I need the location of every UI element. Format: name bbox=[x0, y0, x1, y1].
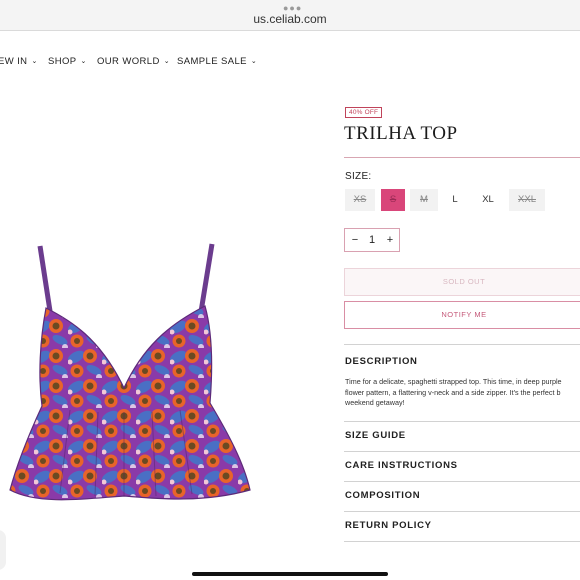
size-option-xl[interactable]: XL bbox=[473, 189, 503, 211]
size-option-s[interactable]: S bbox=[381, 189, 405, 211]
browser-chrome: ●●● us.celiab.com bbox=[0, 0, 580, 31]
sold-out-button[interactable]: SOLD OUT bbox=[344, 268, 580, 296]
notify-me-button[interactable]: NOTIFY ME bbox=[344, 301, 580, 329]
accordion-return-policy[interactable]: RETURN POLICY bbox=[345, 520, 432, 531]
nav-item-new-in[interactable]: EW IN ⌄ bbox=[0, 56, 38, 67]
address-bar-url[interactable]: us.celiab.com bbox=[0, 12, 580, 26]
accordion-care-instructions[interactable]: CARE INSTRUCTIONS bbox=[345, 460, 458, 471]
divider bbox=[344, 451, 580, 452]
chevron-down-icon: ⌄ bbox=[31, 58, 38, 65]
size-option-xs[interactable]: XS bbox=[345, 189, 375, 211]
size-option-xxl[interactable]: XXL bbox=[509, 189, 545, 211]
product-title: TRILHA TOP bbox=[344, 123, 458, 144]
nav-item-label: SHOP bbox=[48, 56, 77, 67]
accordion-size-guide[interactable]: SIZE GUIDE bbox=[345, 430, 406, 441]
quantity-stepper: − 1 + bbox=[344, 228, 400, 252]
divider bbox=[344, 481, 580, 482]
divider bbox=[344, 344, 580, 345]
accordion-composition[interactable]: COMPOSITION bbox=[345, 490, 420, 501]
divider bbox=[344, 541, 580, 542]
quantity-increase-button[interactable]: + bbox=[382, 229, 398, 251]
size-label: SIZE: bbox=[345, 171, 372, 182]
product-image[interactable] bbox=[0, 228, 265, 518]
discount-badge: 40% OFF bbox=[345, 107, 383, 118]
nav-item-label: EW IN bbox=[0, 56, 28, 67]
quantity-value[interactable]: 1 bbox=[364, 229, 380, 251]
accordion-description[interactable]: DESCRIPTION bbox=[345, 356, 418, 367]
home-indicator[interactable] bbox=[192, 572, 388, 576]
chevron-down-icon: ⌄ bbox=[163, 58, 170, 65]
description-text: Time for a delicate, spaghetti strapped … bbox=[345, 377, 562, 407]
title-divider bbox=[344, 157, 580, 158]
divider bbox=[344, 421, 580, 422]
size-option-m[interactable]: M bbox=[410, 189, 438, 211]
nav-item-label: OUR WORLD bbox=[97, 56, 160, 67]
nav-item-sample-sale[interactable]: SAMPLE SALE ⌄ bbox=[177, 56, 257, 67]
chevron-down-icon: ⌄ bbox=[250, 58, 258, 65]
chevron-down-icon: ⌄ bbox=[80, 58, 87, 65]
edge-button[interactable] bbox=[0, 530, 6, 570]
nav-item-label: SAMPLE SALE bbox=[177, 56, 247, 67]
size-option-l[interactable]: L bbox=[444, 189, 466, 211]
divider bbox=[344, 511, 580, 512]
nav-item-shop[interactable]: SHOP ⌄ bbox=[48, 56, 87, 67]
quantity-decrease-button[interactable]: − bbox=[347, 229, 363, 251]
nav-item-our-world[interactable]: OUR WORLD ⌄ bbox=[97, 56, 170, 67]
